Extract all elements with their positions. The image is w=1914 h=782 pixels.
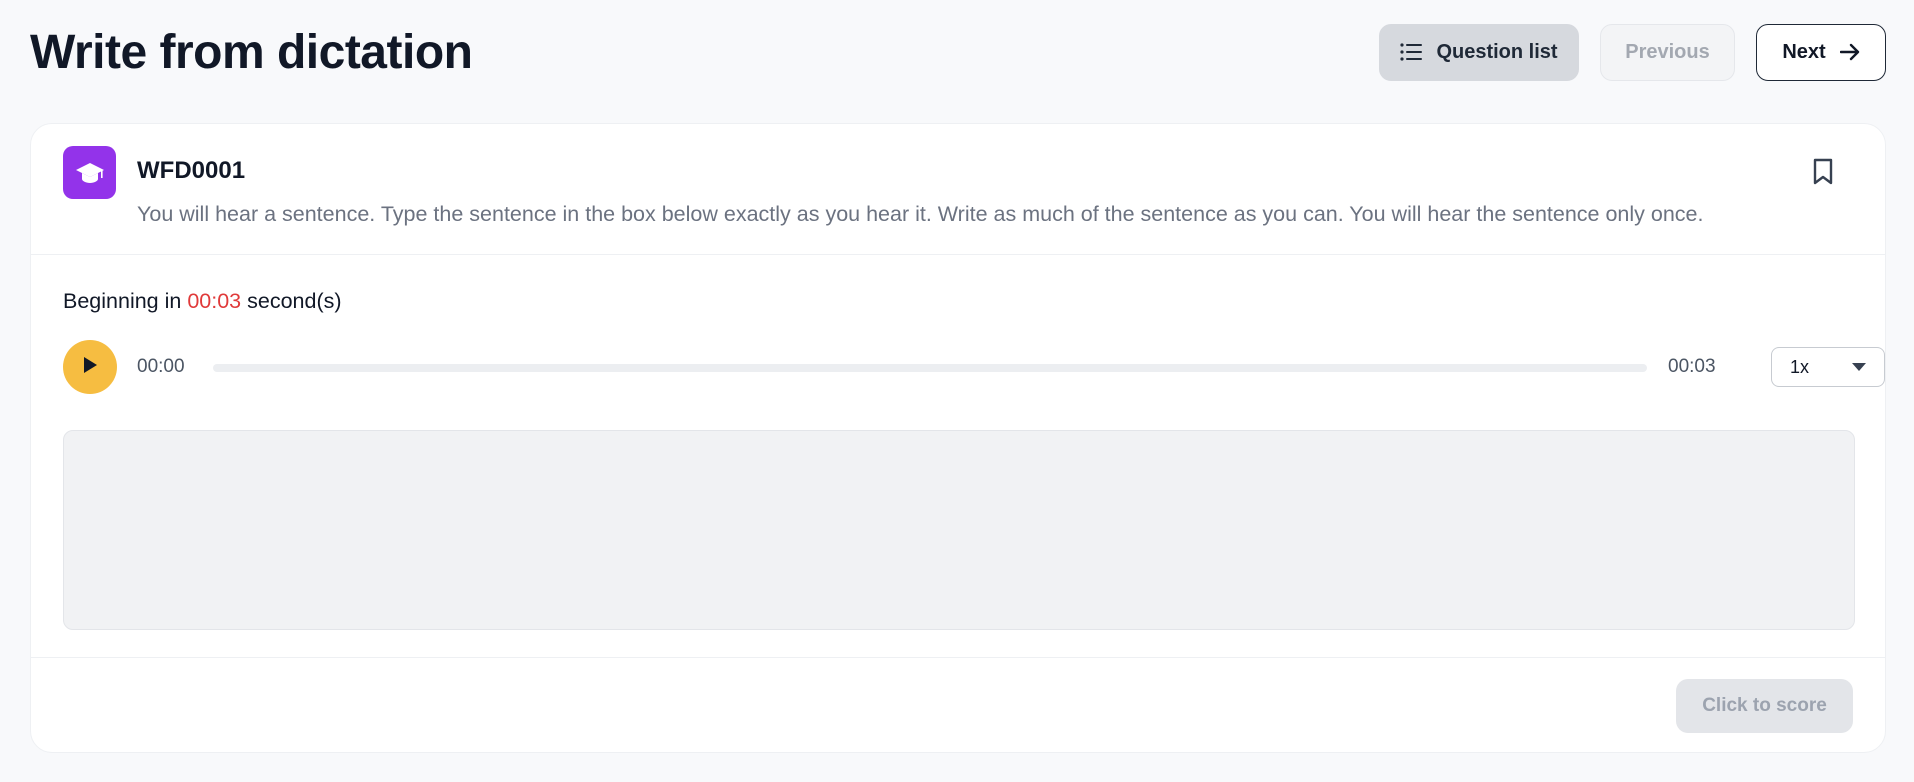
graduation-cap-icon bbox=[63, 146, 116, 199]
header-actions: Question list Previous Next bbox=[1379, 23, 1886, 81]
previous-button[interactable]: Previous bbox=[1600, 23, 1735, 81]
score-button[interactable]: Click to score bbox=[1676, 679, 1853, 733]
list-icon bbox=[1400, 43, 1423, 61]
answer-textarea[interactable] bbox=[63, 430, 1855, 630]
question-header: WFD0001 You will hear a sentence. Type t… bbox=[31, 124, 1885, 255]
score-label: Click to score bbox=[1702, 695, 1827, 716]
bookmark-icon[interactable] bbox=[1809, 156, 1837, 188]
page-header: Write from dictation Question list Previ bbox=[30, 22, 1886, 82]
duration-time: 00:03 bbox=[1668, 356, 1716, 377]
next-label: Next bbox=[1782, 40, 1826, 63]
countdown-suffix: second(s) bbox=[241, 289, 342, 313]
play-icon bbox=[81, 355, 99, 380]
arrow-right-icon bbox=[1839, 43, 1860, 61]
caret-down-icon bbox=[1852, 358, 1866, 376]
question-body: Beginning in 00:03 second(s) 00:00 00:03 bbox=[31, 255, 1885, 658]
question-footer: Click to score bbox=[31, 658, 1885, 752]
question-code: WFD0001 bbox=[137, 157, 246, 184]
countdown-text: Beginning in 00:03 second(s) bbox=[63, 289, 342, 314]
question-card: WFD0001 You will hear a sentence. Type t… bbox=[30, 123, 1886, 753]
question-list-button[interactable]: Question list bbox=[1379, 23, 1579, 81]
progress-track[interactable] bbox=[213, 364, 1647, 372]
page: Write from dictation Question list Previ bbox=[0, 0, 1914, 782]
audio-player: 00:00 00:03 1x bbox=[63, 340, 1885, 394]
question-instruction: You will hear a sentence. Type the sente… bbox=[137, 202, 1704, 226]
speed-select[interactable]: 1x bbox=[1771, 347, 1885, 387]
play-button[interactable] bbox=[63, 340, 117, 394]
page-title: Write from dictation bbox=[30, 25, 473, 79]
countdown-prefix: Beginning in bbox=[63, 289, 188, 313]
speed-value: 1x bbox=[1790, 356, 1810, 377]
previous-label: Previous bbox=[1625, 40, 1710, 63]
next-button[interactable]: Next bbox=[1756, 23, 1886, 81]
current-time: 00:00 bbox=[137, 356, 185, 377]
question-list-label: Question list bbox=[1436, 40, 1558, 63]
countdown-time: 00:03 bbox=[187, 289, 242, 313]
